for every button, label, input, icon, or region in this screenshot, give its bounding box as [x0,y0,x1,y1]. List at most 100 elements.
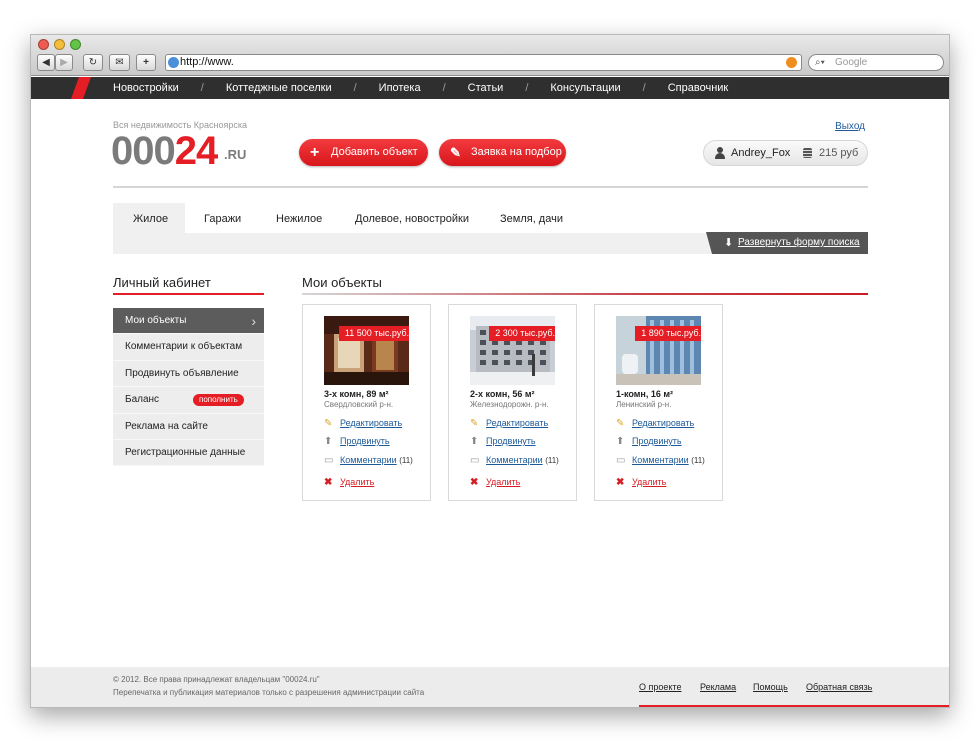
nav-separator: / [442,82,446,94]
sidebar-item-my-objects[interactable]: Мои объекты › [113,308,264,335]
zoom-window-button[interactable] [70,39,81,50]
sidebar-title: Личный кабинет [113,275,211,290]
nav-item-articles[interactable]: Статьи [468,77,504,99]
balance-amount: 215 руб [819,147,859,159]
promote-link[interactable]: Продвинуть [632,436,682,446]
object-card: 11 500 тыс.руб. 3-х комн, 89 м² Свердлов… [302,304,431,501]
object-title: 3-х комн, 89 м² [324,389,389,399]
comments-link[interactable]: Комментарии [340,455,397,465]
add-object-button[interactable]: + Добавить объект [299,139,428,166]
edit-link[interactable]: Редактировать [632,418,694,428]
promote-action: ⬆ Продвинуть [470,436,536,447]
footer-link-help[interactable]: Помощь [753,682,788,692]
sidebar-item-object-comments[interactable]: Комментарии к объектам [113,334,264,361]
bookmarks-button[interactable]: ✉ [109,54,130,71]
nav-item-cottage[interactable]: Коттеджные поселки [226,77,332,99]
comments-icon: ▭ [470,455,480,466]
add-bookmark-button[interactable]: + [136,54,156,71]
object-photo[interactable]: 2 300 тыс.руб. [470,316,555,385]
object-photo[interactable]: 11 500 тыс.руб. [324,316,409,385]
price-tag: 1 890 тыс.руб. [635,326,701,341]
comments-action: ▭ Комментарии (11) [324,455,413,466]
url-text: http://www. [180,56,234,68]
top-navigation: Новостройки / Коттеджные поселки / Ипоте… [31,77,949,99]
coins-icon [803,148,812,158]
chevron-right-icon: › [251,313,256,329]
sidebar-item-balance[interactable]: Баланс пополнить [113,387,264,414]
tab-active-bg [113,203,185,254]
edit-action: ✎ Редактировать [470,418,548,429]
nav-item-consultations[interactable]: Консультации [550,77,620,99]
forward-button[interactable]: ▶ [55,54,73,71]
user-panel[interactable]: Andrey_Fox 215 руб [703,140,868,166]
expand-search-button[interactable]: ⬇ Развернуть форму поиска [706,232,868,254]
reload-button[interactable]: ↻ [83,54,103,71]
site-logo[interactable]: 00024 .RU [111,129,246,173]
top-up-badge[interactable]: пополнить [193,394,244,407]
browser-search-input[interactable]: ⌕▾ Google [808,54,944,71]
tab-land[interactable]: Земля, дачи [500,213,563,225]
footer-link-advertising[interactable]: Реклама [700,682,736,692]
delete-icon: ✖ [616,477,625,488]
tab-residential[interactable]: Жилое [133,213,168,225]
sidebar-title-rule [113,293,264,295]
window-controls [38,39,81,50]
sidebar-item-label: Регистрационные данные [125,446,246,458]
object-card: 1 890 тыс.руб. 1-комн, 16 м² Ленинский р… [594,304,723,501]
back-button[interactable]: ◀ [37,54,55,71]
price-tag: 2 300 тыс.руб. [489,326,555,341]
reprint-notice: Перепечатка и публикация материалов толь… [113,688,425,697]
arrow-down-icon: ⬇ [724,237,734,249]
logo-red: 24 [174,129,218,173]
comments-count: (11) [545,456,559,465]
main-title: Мои объекты [302,275,382,290]
delete-icon: ✖ [470,477,479,488]
object-photo[interactable]: 1 890 тыс.руб. [616,316,701,385]
delete-link[interactable]: Удалить [486,477,520,487]
address-bar[interactable]: http://www. [165,54,802,71]
footer-link-about[interactable]: О проекте [639,682,681,692]
logout-link[interactable]: Выход [835,121,865,132]
promote-action: ⬆ Продвинуть [324,436,390,447]
nav-separator: / [642,82,646,94]
sidebar-item-label: Продвинуть объявление [125,367,239,379]
sidebar-item-advertising[interactable]: Реклама на сайте [113,414,264,440]
add-object-label: Добавить объект [331,146,418,158]
nav-item-mortgage[interactable]: Ипотека [379,77,421,99]
main-title-rule [302,293,868,295]
promote-link[interactable]: Продвинуть [486,436,536,446]
tab-garages[interactable]: Гаражи [204,213,241,225]
request-label: Заявка на подбор [471,146,562,158]
arrow-up-icon: ⬆ [470,436,479,447]
comments-link[interactable]: Комментарии [486,455,543,465]
request-button[interactable]: ✎ Заявка на подбор [439,139,566,166]
nav-item-reference[interactable]: Справочник [668,77,729,99]
close-window-button[interactable] [38,39,49,50]
footer-link-feedback[interactable]: Обратная связь [806,682,872,692]
user-icon [715,147,725,159]
edit-link[interactable]: Редактировать [486,418,548,428]
rss-icon[interactable] [786,57,797,68]
tab-shared-construction[interactable]: Долевое, новостройки [355,213,469,225]
object-district: Железнодорожн. р-н. [470,400,549,409]
promote-link[interactable]: Продвинуть [340,436,390,446]
delete-action: ✖ Удалить [470,477,520,488]
tab-nonresidential[interactable]: Нежилое [276,213,322,225]
edit-link[interactable]: Редактировать [340,418,402,428]
nav-separator: / [353,82,357,94]
delete-link[interactable]: Удалить [632,477,666,487]
delete-link[interactable]: Удалить [340,477,374,487]
comments-link[interactable]: Комментарии [632,455,689,465]
delete-action: ✖ Удалить [616,477,666,488]
sidebar-item-promote[interactable]: Продвинуть объявление [113,361,264,388]
sidebar-menu: Мои объекты › Комментарии к объектам Про… [113,308,264,467]
nav-item-novostroyki[interactable]: Новостройки [113,77,179,99]
header-divider [113,186,868,188]
edit-icon: ✎ [324,418,333,429]
minimize-window-button[interactable] [54,39,65,50]
object-title: 2-х комн, 56 м² [470,389,535,399]
checklist-icon: ✎ [450,145,461,160]
nav-separator: / [200,82,204,94]
object-district: Свердловский р-н. [324,400,394,409]
sidebar-item-registration[interactable]: Регистрационные данные [113,440,264,467]
